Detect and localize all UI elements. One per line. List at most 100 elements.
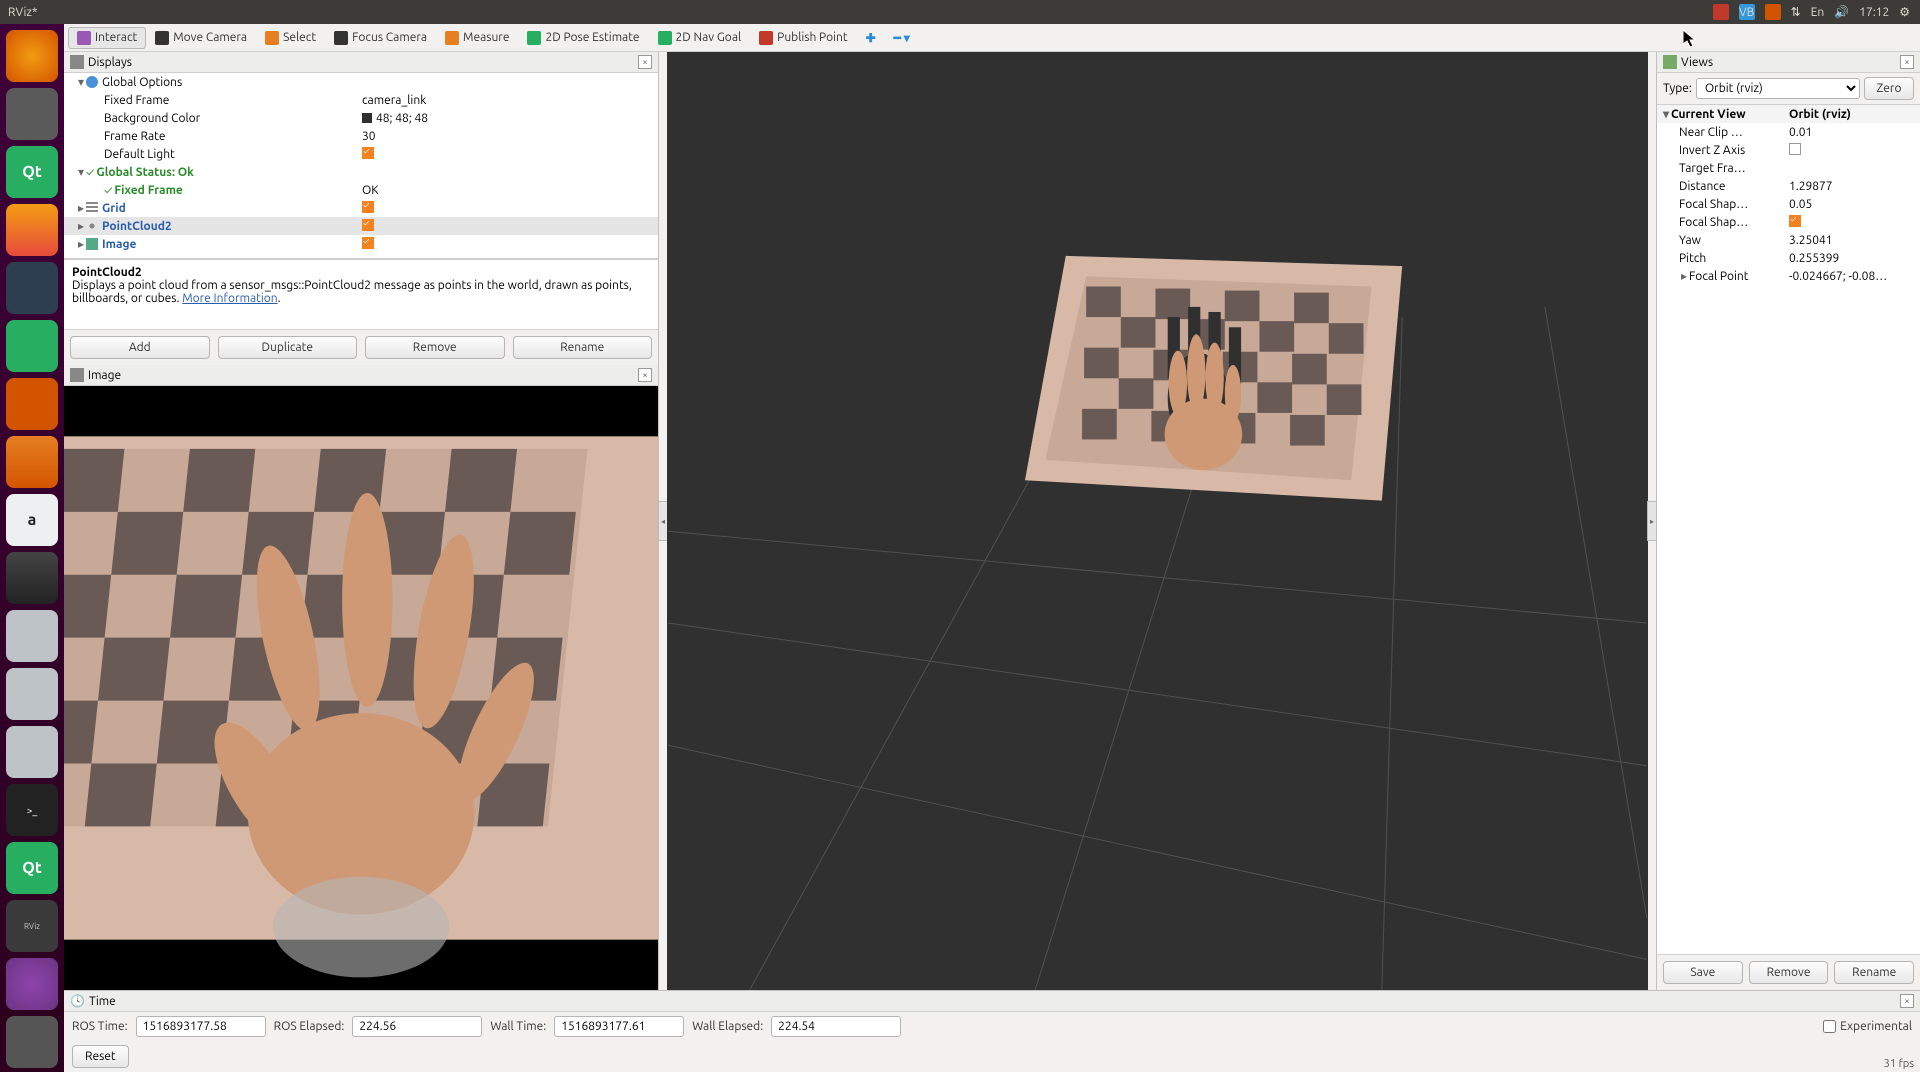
views-close-icon[interactable]: × xyxy=(1900,55,1914,69)
checkbox-checked-icon[interactable] xyxy=(1789,215,1801,227)
views-current-row[interactable]: ▾ Current ViewOrbit (rviz) xyxy=(1657,105,1920,123)
launcher-terminal-icon[interactable]: >_ xyxy=(6,784,58,836)
views-property-row[interactable]: Pitch0.255399 xyxy=(1657,249,1920,267)
right-splitter[interactable]: ▸ xyxy=(1647,501,1657,541)
tree-row[interactable]: ▾Global Options xyxy=(64,73,658,91)
checkbox-checked-icon[interactable] xyxy=(362,237,374,249)
tree-row[interactable]: Fixed Framecamera_link xyxy=(64,91,658,109)
ros-elapsed-field[interactable] xyxy=(352,1016,482,1037)
views-type-select[interactable]: Orbit (rviz) xyxy=(1696,78,1860,99)
wall-elapsed-field[interactable] xyxy=(771,1016,901,1037)
expander-icon[interactable]: ▸ xyxy=(76,201,86,215)
launcher-files-icon[interactable] xyxy=(6,88,58,140)
image-panel-close-icon[interactable]: × xyxy=(638,368,652,382)
tree-row[interactable]: Background Color48; 48; 48 xyxy=(64,109,658,127)
views-remove-button[interactable]: Remove xyxy=(1749,961,1829,984)
views-rename-button[interactable]: Rename xyxy=(1834,961,1914,984)
tree-value[interactable]: camera_link xyxy=(358,94,658,107)
expander-icon[interactable]: ▾ xyxy=(76,75,86,89)
launcher-writer-icon[interactable] xyxy=(6,262,58,314)
expander-icon[interactable]: ▾ xyxy=(1661,107,1671,121)
tree-row[interactable]: Frame Rate30 xyxy=(64,127,658,145)
views-property-row[interactable]: Yaw3.25041 xyxy=(1657,231,1920,249)
tree-row[interactable]: Default Light xyxy=(64,145,658,163)
views-property-row[interactable]: Target Fra… xyxy=(1657,159,1920,177)
wall-time-field[interactable] xyxy=(554,1016,684,1037)
launcher-qt-icon[interactable]: Qt xyxy=(6,146,58,198)
time-close-icon[interactable]: × xyxy=(1900,994,1914,1008)
displays-tree[interactable]: ▾Global OptionsFixed Framecamera_linkBac… xyxy=(64,73,658,259)
views-property-row[interactable]: Invert Z Axis xyxy=(1657,141,1920,159)
toolbar-2d-pose-estimate-button[interactable]: 2D Pose Estimate xyxy=(518,27,648,49)
launcher-drive1-icon[interactable] xyxy=(6,610,58,662)
rename-button[interactable]: Rename xyxy=(513,336,653,359)
views-save-button[interactable]: Save xyxy=(1663,961,1743,984)
expander-icon[interactable]: ▸ xyxy=(1679,269,1689,283)
expander-icon[interactable]: ▾ xyxy=(76,165,86,179)
volume-icon[interactable]: 🔊 xyxy=(1834,5,1849,19)
clock[interactable]: 17:12 xyxy=(1859,6,1889,19)
launcher-dash-icon[interactable] xyxy=(6,30,58,82)
launcher-impress-icon[interactable] xyxy=(6,378,58,430)
toolbar-2d-nav-goal-button[interactable]: 2D Nav Goal xyxy=(649,27,751,49)
duplicate-button[interactable]: Duplicate xyxy=(218,336,358,359)
tray-indicator-icon[interactable] xyxy=(1713,4,1729,20)
tree-value[interactable]: 48; 48; 48 xyxy=(358,112,658,125)
language-indicator[interactable]: En xyxy=(1811,6,1825,19)
displays-close-icon[interactable]: × xyxy=(638,55,652,69)
views-property-row[interactable]: Focal Shap… xyxy=(1657,213,1920,231)
views-property-row[interactable]: ▸ Focal Point-0.024667; -0.08… xyxy=(1657,267,1920,285)
ros-time-field[interactable] xyxy=(136,1016,266,1037)
experimental-checkbox[interactable] xyxy=(1823,1020,1836,1033)
camera-image-view[interactable] xyxy=(64,386,658,990)
toolbar-move-camera-button[interactable]: Move Camera xyxy=(146,27,256,49)
image-panel-header[interactable]: Image × xyxy=(64,365,658,386)
views-property-row[interactable]: Focal Shap…0.05 xyxy=(1657,195,1920,213)
views-properties[interactable]: ▾ Current ViewOrbit (rviz)Near Clip …0.0… xyxy=(1657,104,1920,954)
launcher-app17-icon[interactable] xyxy=(6,958,58,1010)
tree-row[interactable]: ▸PointCloud2 xyxy=(64,217,658,235)
tree-row[interactable]: ▾✓Global Status: Ok xyxy=(64,163,658,181)
launcher-amazon-icon[interactable]: a xyxy=(6,494,58,546)
tree-value[interactable]: 30 xyxy=(358,130,658,143)
settings-gear-icon[interactable]: ⚙ xyxy=(1899,5,1910,19)
tree-row[interactable]: ✓Fixed FrameOK xyxy=(64,181,658,199)
views-zero-button[interactable]: Zero xyxy=(1864,77,1914,100)
launcher-trash-icon[interactable] xyxy=(6,1016,58,1068)
toolbar-remove-button[interactable]: ━ ▾ xyxy=(885,27,919,49)
tree-value[interactable] xyxy=(358,201,658,216)
tray-updates-icon[interactable] xyxy=(1765,4,1781,20)
toolbar-add-button[interactable]: ✚ xyxy=(857,27,885,49)
toolbar-publish-point-button[interactable]: Publish Point xyxy=(750,27,856,49)
desc-more-link[interactable]: More Information xyxy=(182,292,277,305)
tree-row[interactable]: ▸Grid xyxy=(64,199,658,217)
launcher-settings-icon[interactable] xyxy=(6,552,58,604)
views-property-row[interactable]: Distance1.29877 xyxy=(1657,177,1920,195)
tree-value[interactable] xyxy=(358,237,658,252)
reset-button[interactable]: Reset xyxy=(72,1045,129,1068)
views-property-row[interactable]: Near Clip …0.01 xyxy=(1657,123,1920,141)
remove-button[interactable]: Remove xyxy=(365,336,505,359)
launcher-drive2-icon[interactable] xyxy=(6,668,58,720)
expander-icon[interactable]: ▸ xyxy=(76,237,86,251)
launcher-rviz-icon[interactable]: RViz xyxy=(6,900,58,952)
launcher-calc-icon[interactable] xyxy=(6,320,58,372)
displays-panel-header[interactable]: Displays × xyxy=(64,52,658,73)
launcher-firefox-icon[interactable] xyxy=(6,204,58,256)
toolbar-measure-button[interactable]: Measure xyxy=(436,27,518,49)
views-panel-header[interactable]: Views × xyxy=(1657,52,1920,73)
toolbar-interact-button[interactable]: Interact xyxy=(68,27,146,49)
tray-vb-icon[interactable]: VB xyxy=(1739,4,1755,20)
launcher-drive3-icon[interactable] xyxy=(6,726,58,778)
toolbar-select-button[interactable]: Select xyxy=(256,27,325,49)
launcher-qt2-icon[interactable]: Qt xyxy=(6,842,58,894)
3d-viewport[interactable] xyxy=(667,52,1648,990)
color-swatch[interactable] xyxy=(362,113,372,123)
checkbox-checked-icon[interactable] xyxy=(362,219,374,231)
add-button[interactable]: Add xyxy=(70,336,210,359)
network-icon[interactable]: ⇅ xyxy=(1791,5,1801,19)
tree-value[interactable] xyxy=(358,147,658,162)
checkbox-checked-icon[interactable] xyxy=(362,201,374,213)
launcher-software-icon[interactable] xyxy=(6,436,58,488)
time-panel-header[interactable]: 🕓 Time × xyxy=(64,991,1920,1012)
